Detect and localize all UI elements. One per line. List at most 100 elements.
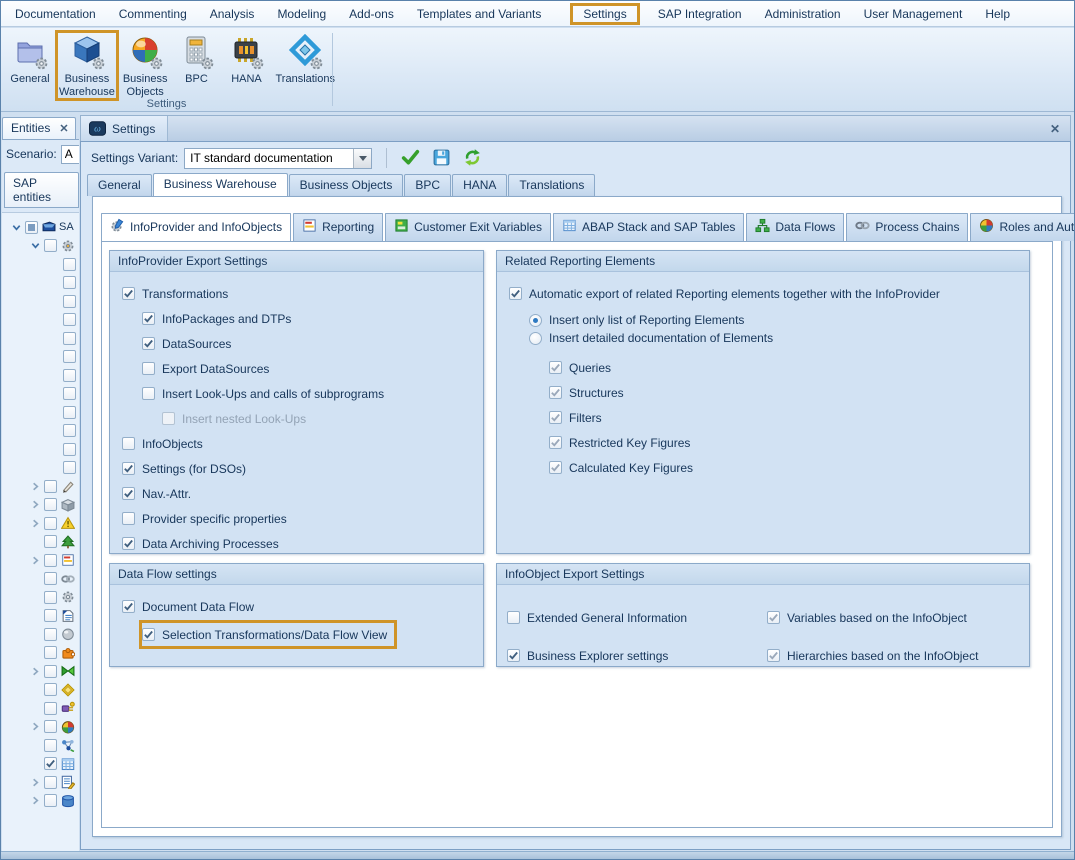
tree-row[interactable] <box>2 292 79 311</box>
checkbox[interactable] <box>122 487 135 500</box>
checkbox[interactable] <box>122 512 135 525</box>
option-transformations[interactable]: Transformations <box>122 281 235 306</box>
checkbox[interactable] <box>549 411 562 424</box>
checkbox[interactable] <box>44 535 57 548</box>
tree-row[interactable] <box>2 311 79 330</box>
option-insert-nested-look-ups[interactable]: Insert nested Look-Ups <box>162 406 313 431</box>
chevron-right-icon[interactable] <box>27 776 44 789</box>
tree-row[interactable] <box>2 755 79 774</box>
checkbox[interactable] <box>142 387 155 400</box>
checkbox[interactable] <box>63 276 76 289</box>
option-variables-based-on-the-infoobject[interactable]: Variables based on the InfoObject <box>767 605 974 630</box>
checkbox[interactable] <box>509 287 522 300</box>
checkbox[interactable] <box>142 337 155 350</box>
checkbox[interactable] <box>63 332 76 345</box>
tree-row[interactable] <box>2 736 79 755</box>
checkbox[interactable] <box>44 239 57 252</box>
checkbox[interactable] <box>44 776 57 789</box>
tree-row[interactable] <box>2 366 79 385</box>
chevron-right-icon[interactable] <box>27 498 44 511</box>
tab-reporting[interactable]: Reporting <box>293 213 383 241</box>
tree-row[interactable] <box>2 792 79 811</box>
option-extended-general-information[interactable]: Extended General Information <box>507 605 694 630</box>
checkbox[interactable] <box>549 436 562 449</box>
option-data-archiving-processes[interactable]: Data Archiving Processes <box>122 531 286 556</box>
tree-row[interactable] <box>2 644 79 663</box>
apply-button[interactable] <box>399 146 421 168</box>
option-insert-only-list-of-reporting-elements[interactable]: Insert only list of Reporting Elements <box>529 311 751 329</box>
ribbon-button-business-warehouse[interactable]: Business Warehouse <box>55 30 119 101</box>
ribbon-button-business-objects[interactable]: Business Objects <box>119 30 172 100</box>
option-insert-look-ups-and-calls-of-subprograms[interactable]: Insert Look-Ups and calls of subprograms <box>142 381 391 406</box>
tree-row[interactable] <box>2 237 79 256</box>
tab-bpc[interactable]: BPC <box>404 174 451 196</box>
menu-item-settings[interactable]: Settings <box>570 3 639 25</box>
checkbox[interactable] <box>25 221 38 234</box>
tree-row[interactable] <box>2 662 79 681</box>
tree-row[interactable] <box>2 514 79 533</box>
chevron-right-icon[interactable] <box>27 720 44 733</box>
checkbox[interactable] <box>44 591 57 604</box>
tree-row[interactable] <box>2 422 79 441</box>
tree-row[interactable] <box>2 625 79 644</box>
tab-process-chains[interactable]: Process Chains <box>846 213 968 241</box>
tree-row[interactable] <box>2 403 79 422</box>
tab-general[interactable]: General <box>87 174 152 196</box>
settings-variant-combo[interactable]: IT standard documentation <box>184 148 372 169</box>
tab-roles-and-authorizations[interactable]: Roles and Authorizations <box>970 213 1075 241</box>
checkbox[interactable] <box>122 537 135 550</box>
checkbox[interactable] <box>122 287 135 300</box>
menu-item-modeling[interactable]: Modeling <box>269 3 334 25</box>
tab-data-flows[interactable]: Data Flows <box>746 213 844 241</box>
tree-row[interactable] <box>2 533 79 552</box>
option-settings-for-dsos[interactable]: Settings (for DSOs) <box>122 456 253 481</box>
checkbox[interactable] <box>63 369 76 382</box>
tree-row[interactable] <box>2 699 79 718</box>
menu-item-user-management[interactable]: User Management <box>856 3 971 25</box>
checkbox[interactable] <box>63 406 76 419</box>
option-export-datasources[interactable]: Export DataSources <box>142 356 276 381</box>
checkbox[interactable] <box>122 462 135 475</box>
checkbox[interactable] <box>44 554 57 567</box>
checkbox[interactable] <box>162 412 175 425</box>
tree-row[interactable] <box>2 607 79 626</box>
option-filters[interactable]: Filters <box>549 405 609 430</box>
chevron-down-icon[interactable] <box>8 221 25 234</box>
chevron-right-icon[interactable] <box>27 480 44 493</box>
checkbox[interactable] <box>44 739 57 752</box>
checkbox[interactable] <box>44 702 57 715</box>
checkbox[interactable] <box>63 258 76 271</box>
option-queries[interactable]: Queries <box>549 355 618 380</box>
option-infopackages-and-dtps[interactable]: InfoPackages and DTPs <box>142 306 298 331</box>
menu-item-help[interactable]: Help <box>977 3 1018 25</box>
tree-row[interactable] <box>2 329 79 348</box>
option-infoobjects[interactable]: InfoObjects <box>122 431 210 456</box>
tab-business-warehouse[interactable]: Business Warehouse <box>153 173 288 196</box>
checkbox[interactable] <box>63 461 76 474</box>
checkbox[interactable] <box>549 386 562 399</box>
tree-row[interactable] <box>2 477 79 496</box>
tree-row[interactable] <box>2 348 79 367</box>
checkbox[interactable] <box>549 361 562 374</box>
checkbox[interactable] <box>44 646 57 659</box>
ribbon-button-bpc[interactable]: BPC <box>171 30 221 88</box>
checkbox[interactable] <box>63 424 76 437</box>
chevron-right-icon[interactable] <box>27 554 44 567</box>
tab-settings-document[interactable]: ω Settings <box>81 116 168 141</box>
tree-row[interactable] <box>2 496 79 515</box>
chevron-down-icon[interactable] <box>353 149 371 168</box>
tab-customer-exit-variables[interactable]: Customer Exit Variables <box>385 213 551 241</box>
menu-item-documentation[interactable]: Documentation <box>7 3 104 25</box>
option-datasources[interactable]: DataSources <box>142 331 238 356</box>
checkbox[interactable] <box>44 757 57 770</box>
checkbox[interactable] <box>44 683 57 696</box>
option-insert-detailed-documentation-of-elements[interactable]: Insert detailed documentation of Element… <box>529 329 780 347</box>
ribbon-button-general[interactable]: General <box>5 30 55 88</box>
option-business-explorer-settings[interactable]: Business Explorer settings <box>507 643 675 668</box>
tree-row[interactable]: SA <box>2 218 79 237</box>
tree-row[interactable] <box>2 773 79 792</box>
ribbon-button-hana[interactable]: HANA <box>221 30 271 88</box>
checkbox[interactable] <box>122 600 135 613</box>
checkbox[interactable] <box>122 437 135 450</box>
checkbox[interactable] <box>142 312 155 325</box>
